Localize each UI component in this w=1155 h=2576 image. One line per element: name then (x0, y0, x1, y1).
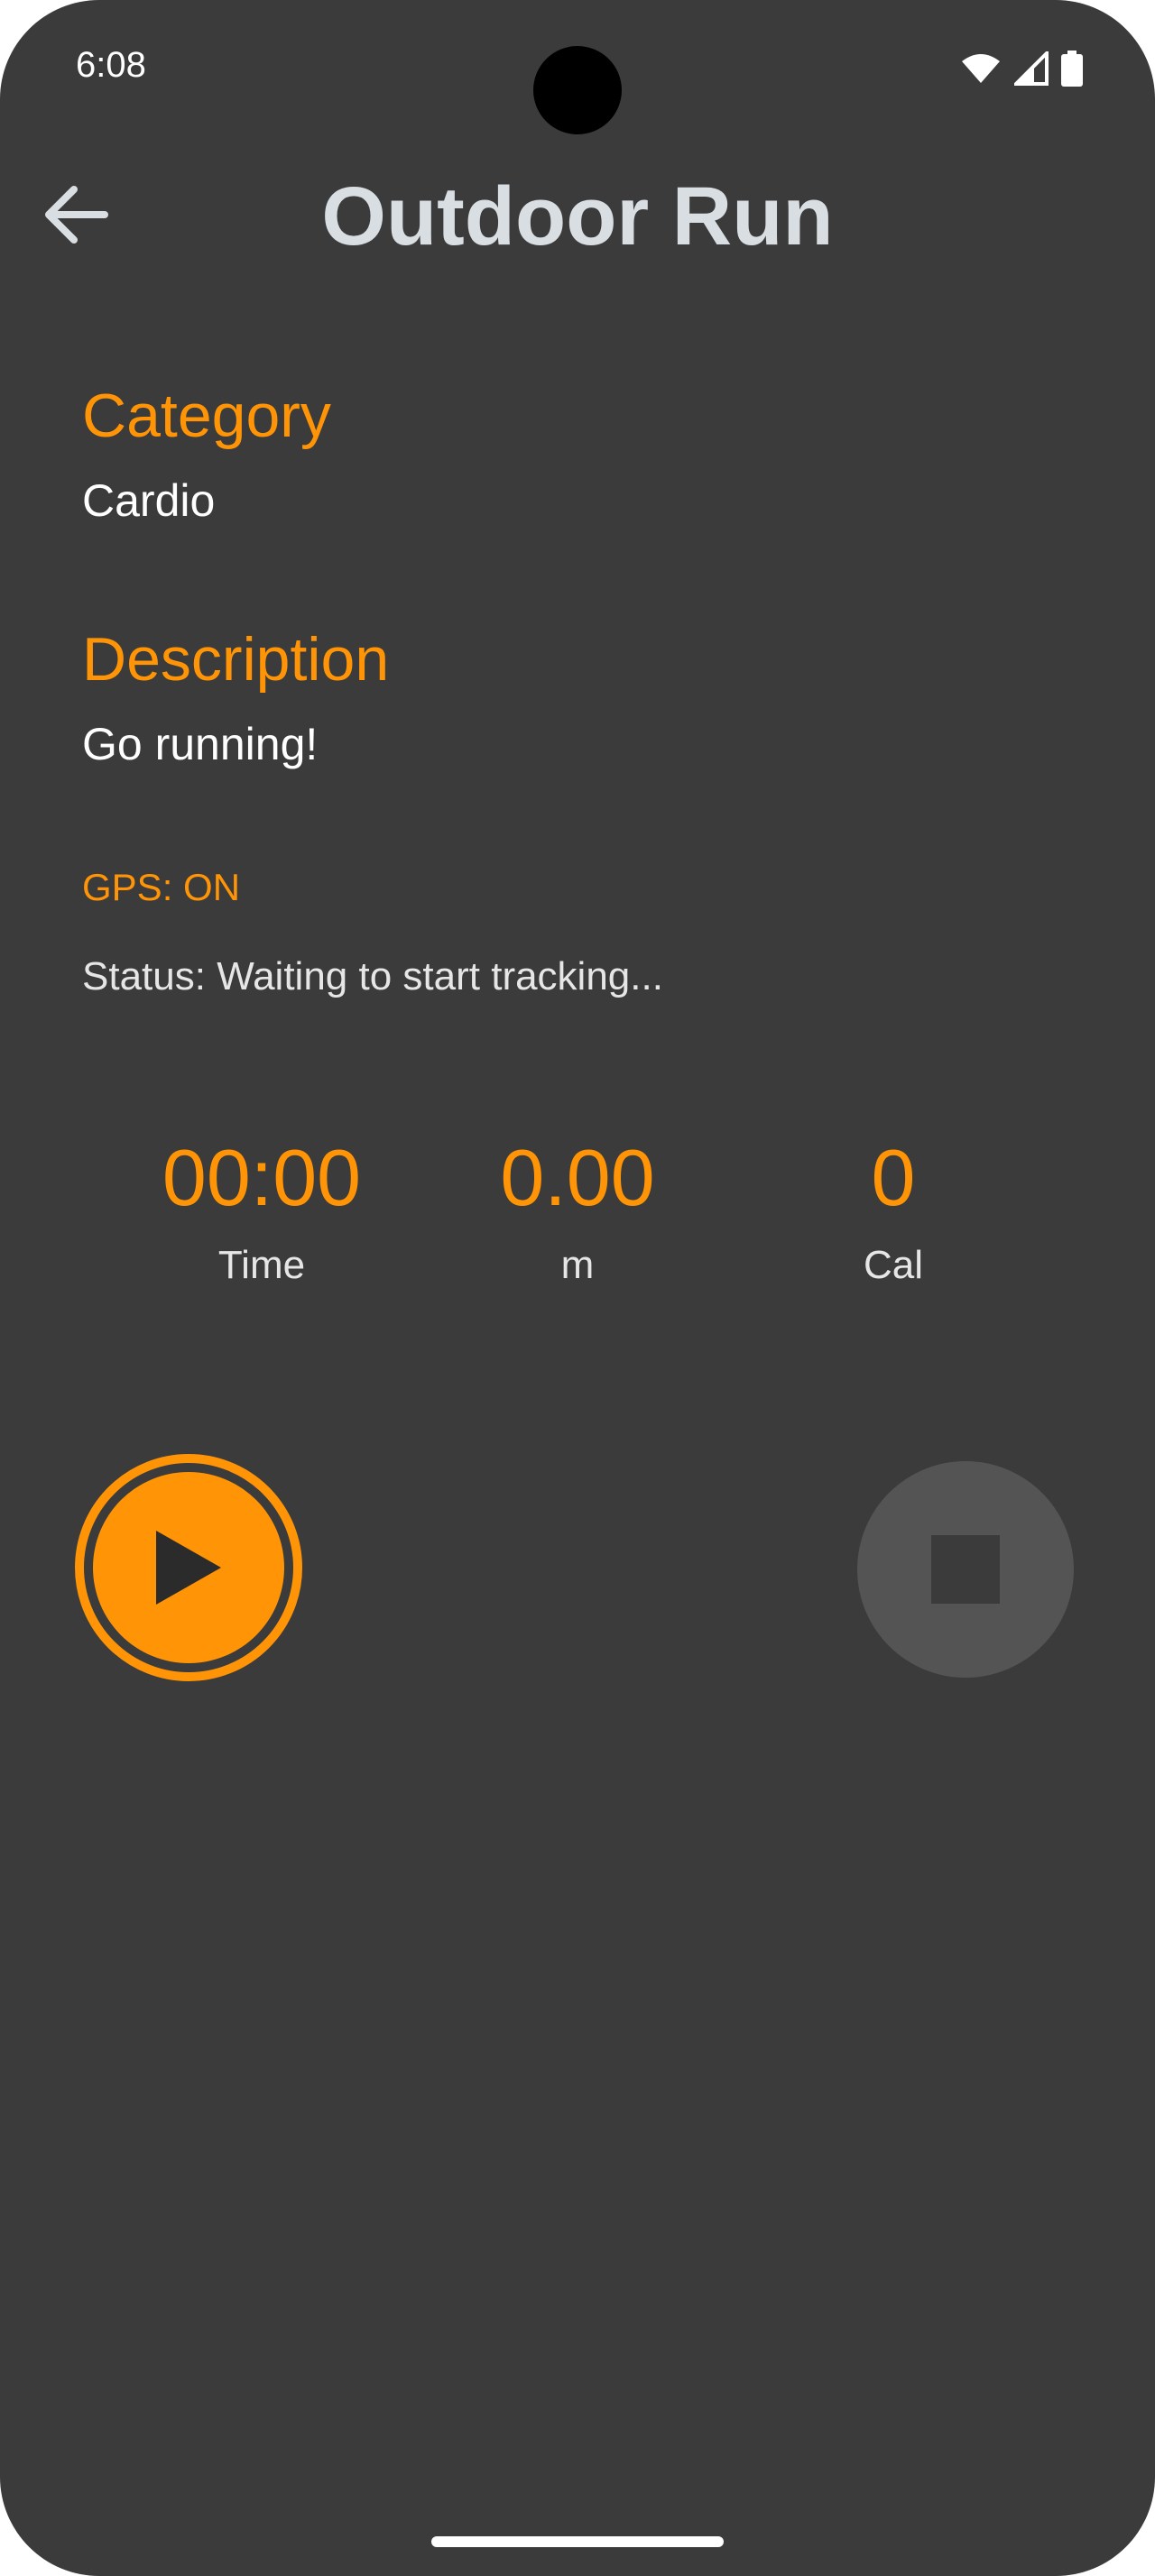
status-time: 6:08 (76, 45, 146, 85)
stat-time-value: 00:00 (162, 1133, 362, 1222)
wifi-icon (962, 54, 1000, 83)
gps-status: GPS: ON (82, 866, 241, 908)
home-indicator[interactable] (431, 2536, 724, 2547)
play-button-fill (93, 1472, 284, 1663)
category-label: Category (82, 382, 331, 450)
stat-time-label: Time (217, 1243, 306, 1287)
stat-distance-label: m (560, 1243, 595, 1287)
battery-icon (1061, 51, 1083, 87)
tracking-status: Status: Waiting to start tracking... (82, 954, 663, 998)
play-button[interactable] (75, 1454, 302, 1681)
stat-calories-value: 0 (871, 1133, 916, 1222)
play-icon (156, 1531, 221, 1605)
stat-calories-label: Cal (863, 1243, 924, 1287)
stop-button[interactable] (857, 1461, 1074, 1678)
signal-icon (1014, 51, 1049, 86)
camera-cutout (533, 46, 622, 134)
page-title: Outdoor Run (321, 170, 834, 262)
phone-screen: 6:08 Outdoor Run Category Cardio Descrip… (0, 0, 1155, 2576)
stat-distance: 0.00 m (442, 1138, 713, 1288)
status-icons (960, 51, 1083, 87)
stat-distance-value: 0.00 (500, 1133, 655, 1222)
description-value: Go running! (82, 719, 319, 769)
description-label: Description (82, 625, 390, 694)
stop-icon (931, 1535, 1000, 1604)
stat-calories: 0 Cal (758, 1138, 1029, 1288)
category-value: Cardio (82, 475, 216, 526)
stat-time: 00:00 Time (126, 1138, 397, 1288)
